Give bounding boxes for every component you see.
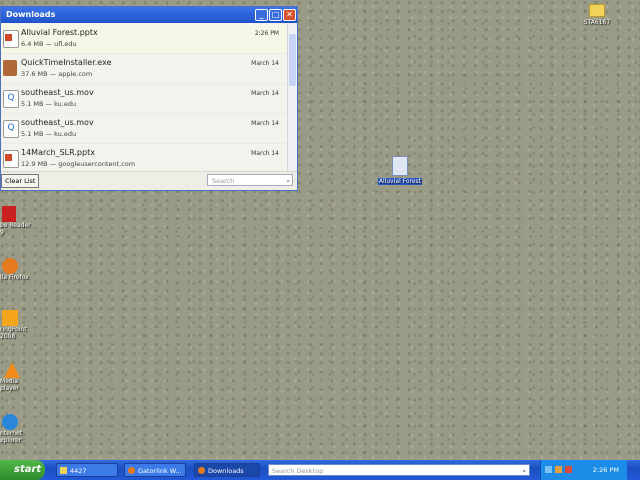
taskbar: start 4427 Gatorlink W... Downloads Sear… [0, 460, 640, 480]
taskbar-item-label: 4427 [70, 467, 87, 475]
close-button[interactable]: ✕ [283, 9, 296, 21]
pptx-icon [3, 150, 19, 168]
volume-icon[interactable] [555, 466, 562, 473]
minimize-button[interactable]: _ [255, 9, 268, 21]
download-date: March 14 [251, 60, 279, 67]
firefox-icon [128, 467, 135, 474]
download-meta: 37.6 MB — apple.com [21, 70, 93, 78]
search-placeholder: Search [212, 177, 235, 185]
desktop-file-icon[interactable]: Alluvial Forest [376, 156, 424, 185]
desktop-icon-label: lla Firefox [0, 274, 29, 281]
start-button[interactable]: start [0, 460, 45, 480]
desktop-shortcut-internet-explorer[interactable]: nternet xplorer [0, 414, 32, 444]
desktop-icon-label: nternet xplorer [0, 430, 23, 444]
network-icon[interactable] [545, 466, 552, 473]
desktop-icon-label: Alluvial Forest [377, 178, 423, 185]
desktop-shortcut-springpoint[interactable]: ringPoint 2008 [0, 310, 32, 340]
taskbar-item-downloads[interactable]: Downloads [194, 463, 260, 477]
download-date: March 14 [251, 150, 279, 157]
search-icon: ⌕ [286, 177, 290, 185]
download-meta: 5.1 MB — ku.edu [21, 130, 77, 138]
download-name: 14March_SLR.pptx [21, 148, 95, 157]
download-name: QuickTimeInstaller.exe [21, 58, 112, 67]
security-icon[interactable] [565, 466, 572, 473]
desktop-icon-label: be Reader 9 [0, 222, 31, 236]
system-tray: 2:26 PM [540, 460, 627, 480]
download-name: Alluvial Forest.pptx [21, 28, 98, 37]
desktop-icon-label: ringPoint 2008 [0, 326, 27, 340]
vlc-icon [4, 362, 20, 378]
download-meta: 12.9 MB — googleusercontent.com [21, 160, 136, 168]
download-meta: 6.4 MB — ufl.edu [21, 40, 77, 48]
download-date: March 14 [251, 90, 279, 97]
download-date: March 14 [251, 120, 279, 127]
download-meta: 5.1 MB — ku.edu [21, 100, 77, 108]
taskbar-item-4427[interactable]: 4427 [56, 463, 118, 477]
search-icon: ⌕ [522, 467, 526, 475]
adobe-reader-icon [2, 206, 16, 222]
download-name: southeast_us.mov [21, 118, 94, 127]
downloads-list: Alluvial Forest.pptx 6.4 MB — ufl.edu 2:… [1, 24, 289, 172]
window-title: Downloads [6, 10, 56, 19]
springpoint-icon [2, 310, 18, 326]
search-placeholder: Search Desktop [272, 467, 324, 475]
desktop-search-input[interactable]: Search Desktop ⌕ [268, 464, 530, 476]
clear-list-button[interactable]: Clear List [1, 174, 40, 188]
window-titlebar[interactable]: Downloads _ □ ✕ [1, 7, 297, 23]
firefox-icon [198, 467, 205, 474]
desktop-icon-label: STA6167 [583, 19, 611, 26]
downloads-window: Downloads _ □ ✕ Alluvial Forest.pptx 6.4… [0, 6, 298, 191]
download-item[interactable]: QuickTimeInstaller.exe 37.6 MB — apple.c… [1, 54, 289, 84]
download-item[interactable]: Alluvial Forest.pptx 6.4 MB — ufl.edu 2:… [1, 24, 289, 54]
list-scrollbar[interactable] [287, 24, 297, 180]
pptx-icon [392, 156, 408, 176]
desktop-shortcut-media-player[interactable]: Media player [0, 362, 32, 392]
desktop-shortcut-firefox[interactable]: lla Firefox [0, 258, 32, 281]
download-item[interactable]: Q southeast_us.mov 5.1 MB — ku.edu March… [1, 114, 289, 144]
desktop-folder-icon[interactable]: STA6167 [580, 4, 614, 26]
window-footer: Clear List Search ⌕ [1, 171, 297, 190]
taskbar-item-gatorlink[interactable]: Gatorlink W... [124, 463, 186, 477]
download-item[interactable]: Q southeast_us.mov 5.1 MB — ku.edu March… [1, 84, 289, 114]
maximize-button[interactable]: □ [269, 9, 282, 21]
downloads-search-input[interactable]: Search ⌕ [207, 174, 293, 186]
internet-explorer-icon [2, 414, 18, 430]
folder-icon [60, 467, 67, 474]
firefox-icon [2, 258, 18, 274]
pptx-icon [3, 30, 19, 48]
quicktime-icon: Q [3, 120, 19, 138]
taskbar-item-label: Downloads [208, 467, 244, 475]
installer-icon [3, 60, 17, 76]
download-item[interactable]: 14March_SLR.pptx 12.9 MB — googleusercon… [1, 144, 289, 172]
download-date: 2:26 PM [254, 30, 279, 37]
quicktime-icon: Q [3, 90, 19, 108]
desktop-icon-label: Media player [0, 378, 19, 392]
scrollbar-thumb[interactable] [289, 34, 296, 86]
folder-icon [589, 4, 605, 17]
clock: 2:26 PM [592, 466, 619, 474]
taskbar-item-label: Gatorlink W... [138, 467, 182, 475]
desktop-shortcut-adobe-reader[interactable]: be Reader 9 [0, 206, 32, 236]
download-name: southeast_us.mov [21, 88, 94, 97]
